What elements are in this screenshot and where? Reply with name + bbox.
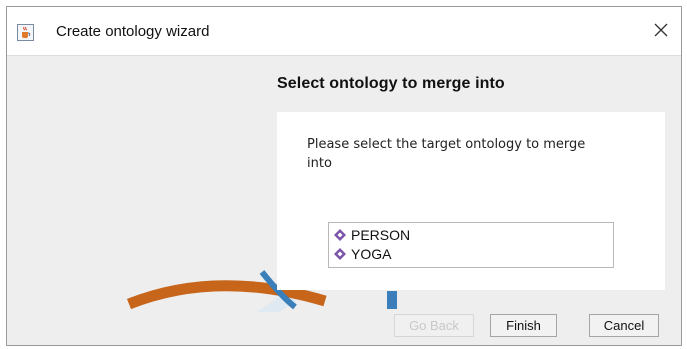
go-back-button[interactable]: Go Back <box>394 314 474 337</box>
cancel-button[interactable]: Cancel <box>589 314 659 337</box>
ontology-diamond-icon <box>333 228 347 242</box>
wizard-dialog: Create ontology wizard Select ontology t… <box>6 6 682 346</box>
instruction-text: Please select the target ontology to mer… <box>307 137 586 171</box>
list-item-label: PERSON <box>351 226 411 243</box>
list-item-person[interactable]: PERSON <box>329 225 613 244</box>
list-item-label: YOGA <box>351 245 392 262</box>
wizard-heading: Select ontology to merge into <box>277 75 505 92</box>
content-panel: Please select the target ontology to mer… <box>277 112 665 290</box>
finish-button[interactable]: Finish <box>490 314 557 337</box>
ontology-diamond-icon <box>333 247 347 261</box>
ontology-list[interactable]: PERSON YOGA <box>328 222 614 268</box>
list-item-yoga[interactable]: YOGA <box>329 244 613 263</box>
